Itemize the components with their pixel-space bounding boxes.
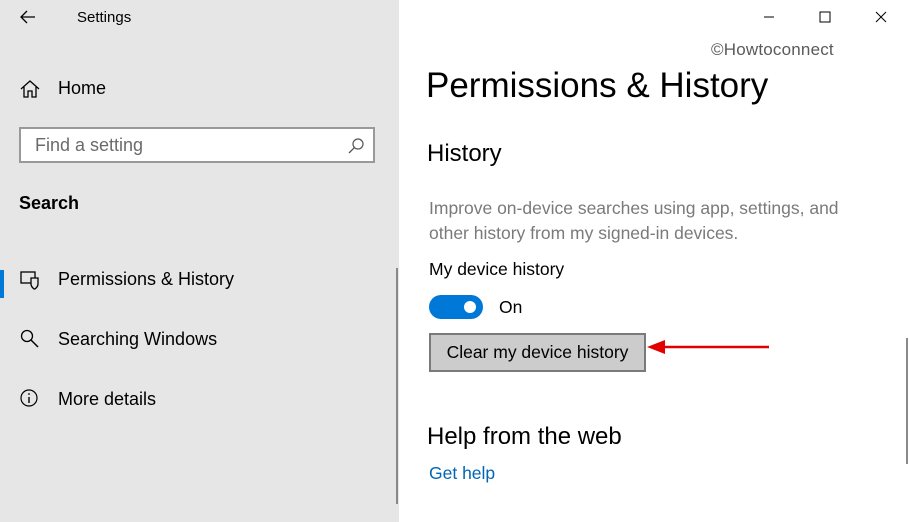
sidebar-item-label: Searching Windows [58, 329, 218, 349]
search-box[interactable] [19, 127, 375, 163]
history-heading: History [427, 140, 502, 167]
sidebar-item-label: More details [58, 389, 157, 409]
sidebar-item-searching-windows[interactable]: Searching Windows [0, 326, 395, 370]
history-description: Improve on-device searches using app, se… [429, 198, 839, 243]
search-icon [20, 329, 39, 348]
maximize-icon [819, 11, 831, 23]
search-icon[interactable] [347, 137, 365, 155]
main-scrollbar[interactable] [906, 338, 908, 464]
toggle-knob [464, 301, 476, 313]
selection-indicator [0, 270, 4, 298]
close-icon [875, 11, 887, 23]
search-input[interactable] [21, 129, 345, 161]
toggle-state: On [499, 297, 523, 317]
nav-home[interactable]: Home [0, 68, 399, 108]
minimize-icon [764, 16, 774, 18]
watermark: ©Howtoconnect [711, 40, 834, 59]
close-button[interactable] [853, 0, 909, 34]
settings-window: Settings Home Search Permissions & Histo… [0, 0, 909, 522]
sidebar-item-label: Permissions & History [58, 269, 235, 289]
clear-device-history-button[interactable]: Clear my device history [429, 333, 646, 372]
toggle-label: My device history [429, 259, 565, 279]
shield-icon [20, 271, 39, 290]
home-icon [20, 80, 40, 98]
sidebar-scrollbar[interactable] [396, 268, 398, 504]
back-button[interactable] [14, 5, 42, 29]
sidebar-item-more-details[interactable]: More details [0, 386, 395, 430]
annotation-arrow-icon [647, 340, 769, 354]
app-title: Settings [77, 9, 132, 26]
page-title: Permissions & History [426, 66, 769, 105]
minimize-button[interactable] [741, 0, 797, 34]
title-bar: Settings [0, 0, 399, 36]
main-content: ©Howtoconnect Permissions & History Hist… [399, 0, 909, 522]
device-history-toggle[interactable] [429, 295, 483, 319]
sidebar: Settings Home Search Permissions & Histo… [0, 0, 399, 522]
section-header-search: Search [19, 193, 80, 213]
back-arrow-icon [20, 10, 35, 24]
get-help-link[interactable]: Get help [429, 463, 495, 484]
sidebar-item-permissions-history[interactable]: Permissions & History [0, 266, 395, 310]
maximize-button[interactable] [797, 0, 853, 34]
info-icon [20, 389, 38, 407]
nav-home-label: Home [58, 77, 107, 98]
window-controls [741, 0, 909, 34]
help-heading: Help from the web [427, 423, 622, 450]
